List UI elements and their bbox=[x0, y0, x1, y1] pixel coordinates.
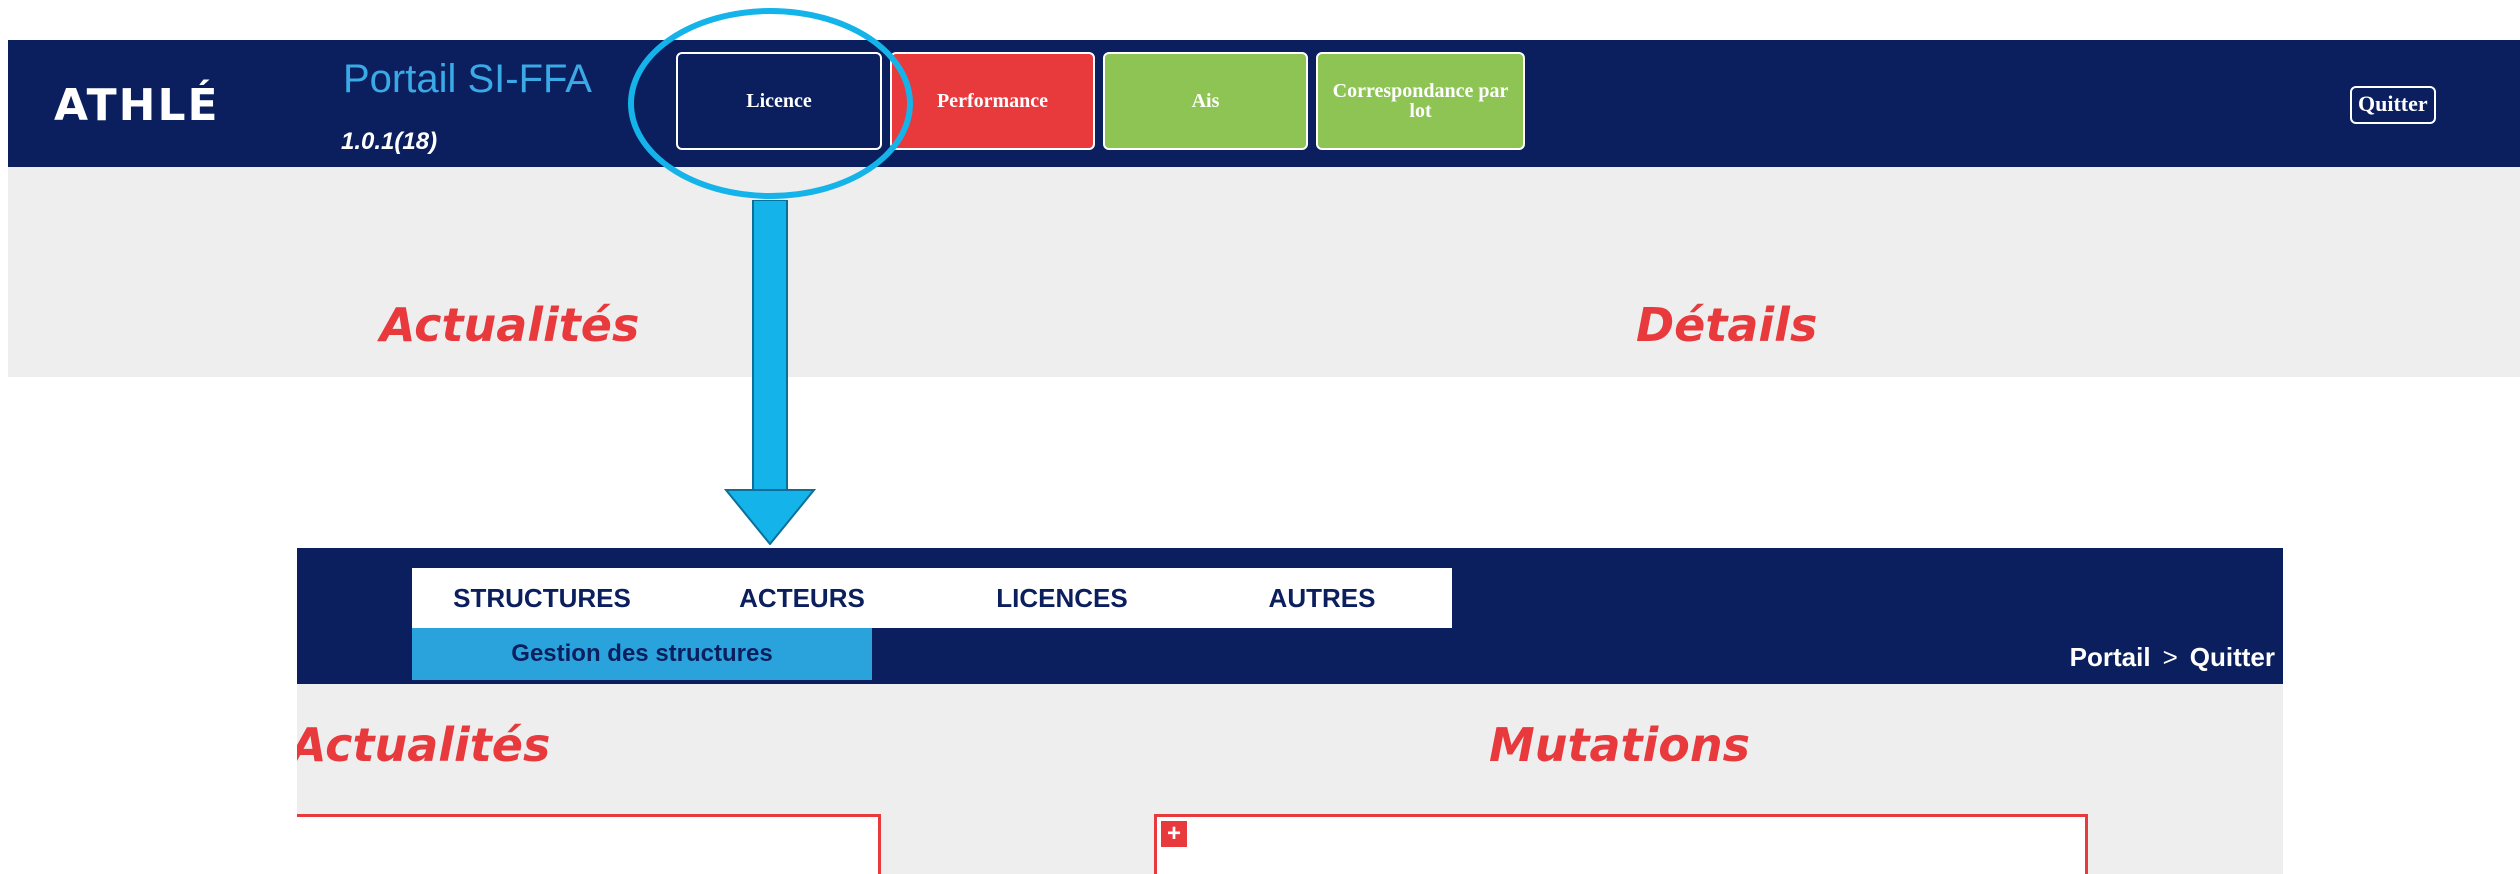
menu-autres[interactable]: AUTRES bbox=[1192, 568, 1452, 628]
news-heading: Actualités bbox=[380, 298, 640, 352]
menu-structures[interactable]: STRUCTURES bbox=[412, 568, 672, 628]
mutations-panel: + bbox=[1154, 814, 2088, 874]
mutations-heading: Mutations bbox=[1489, 718, 1751, 772]
licence-app-header: STRUCTURES ACTEURS LICENCES AUTRES Gesti… bbox=[297, 548, 2283, 684]
breadcrumb: Portail > Quitter bbox=[2070, 642, 2275, 673]
details-heading: Détails bbox=[1636, 298, 1818, 352]
menu-licences[interactable]: LICENCES bbox=[932, 568, 1192, 628]
quit-button[interactable]: Quitter bbox=[2350, 86, 2436, 124]
callout-down-arrow-icon bbox=[723, 200, 817, 545]
breadcrumb-quit-link[interactable]: Quitter bbox=[2190, 642, 2275, 672]
breadcrumb-portail-link[interactable]: Portail bbox=[2070, 642, 2151, 672]
licence-main-menu: STRUCTURES ACTEURS LICENCES AUTRES bbox=[412, 568, 1452, 628]
breadcrumb-separator: > bbox=[2162, 642, 2178, 672]
app-title: Portail SI-FFA bbox=[343, 57, 592, 101]
app-version: 1.0.1(18) bbox=[341, 128, 438, 155]
correspondance-par-lot-button[interactable]: Correspondance par lot bbox=[1316, 52, 1525, 150]
licence-news-heading: Actualités bbox=[297, 718, 551, 772]
news-panel bbox=[297, 814, 881, 874]
portal-header: ATHLÉ Portail SI-FFA 1.0.1(18) Licence P… bbox=[8, 40, 2520, 167]
athle-logo: ATHLÉ bbox=[54, 80, 220, 131]
submenu-gestion-des-structures[interactable]: Gestion des structures bbox=[412, 628, 872, 680]
ais-button[interactable]: Ais bbox=[1103, 52, 1308, 150]
callout-highlight-ellipse bbox=[628, 8, 913, 199]
performance-button[interactable]: Performance bbox=[890, 52, 1095, 150]
menu-acteurs[interactable]: ACTEURS bbox=[672, 568, 932, 628]
licence-app-content: Actualités Mutations + bbox=[297, 684, 2283, 874]
expand-plus-icon[interactable]: + bbox=[1161, 821, 1187, 847]
